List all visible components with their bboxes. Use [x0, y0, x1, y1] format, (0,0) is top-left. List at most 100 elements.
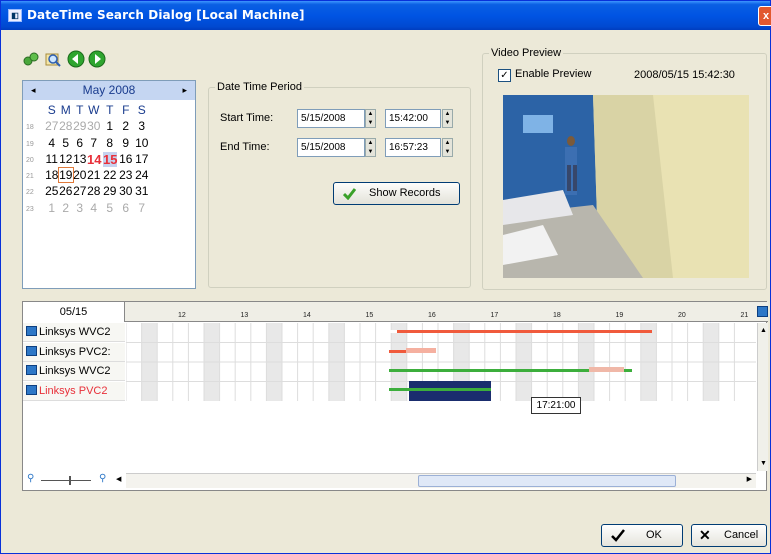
hour-tick-label: 14	[303, 312, 311, 319]
calendar-day[interactable]: 13	[73, 152, 87, 166]
back-arrow-icon[interactable]	[67, 50, 85, 68]
calendar-day[interactable]: 27	[45, 119, 59, 133]
start-time-field[interactable]: 15:42:00	[385, 109, 441, 128]
calendar-day[interactable]: 1	[103, 119, 117, 133]
week-number: 19	[26, 140, 34, 148]
week-number: 21	[26, 173, 34, 181]
channel-row[interactable]: Linksys PVC2	[23, 381, 125, 401]
cancel-button[interactable]: ✕ Cancel	[691, 524, 767, 547]
zoom-slider-thumb[interactable]	[69, 476, 71, 485]
calendar-day[interactable]: 27	[73, 184, 87, 198]
zoom-slider-track[interactable]	[41, 480, 91, 481]
enable-preview-checkbox[interactable]: ✓	[498, 69, 511, 82]
timeline-grid[interactable]	[126, 323, 756, 401]
calendar-day[interactable]: 30	[119, 184, 133, 198]
title-bar[interactable]: ◧ DateTime Search Dialog [Local Machine]…	[1, 1, 771, 30]
horizontal-scrollbar[interactable]: ▶	[126, 473, 756, 488]
calendar-day[interactable]: 6	[119, 201, 133, 215]
calendar-day[interactable]: 10	[135, 136, 149, 150]
month-calendar[interactable]: ◂ May 2008 ▸ S M T W T F S 18 27 28 29 30 1 2 3…	[22, 80, 196, 289]
zoom-in-icon[interactable]: ⚲	[99, 473, 106, 484]
scroll-right-arrow[interactable]: ▶	[747, 475, 752, 483]
calendar-day[interactable]: 9	[119, 136, 133, 150]
timeline-panel[interactable]: 05/15 12 13 14 15 16 17 18 19 20 21 Linksys WVC2 L…	[22, 301, 768, 491]
prev-month-button[interactable]: ◂	[31, 81, 36, 100]
ok-checkmark-icon	[611, 529, 625, 542]
calendar-day[interactable]: 3	[135, 119, 149, 133]
scroll-left-arrow[interactable]: ◀	[116, 475, 121, 483]
calendar-day[interactable]: 24	[135, 168, 149, 182]
window-title: DateTime Search Dialog [Local Machine]	[27, 8, 305, 22]
channel-row[interactable]: Linksys PVC2:	[23, 342, 125, 362]
enable-preview-label: Enable Preview	[515, 68, 592, 80]
search-icon[interactable]	[44, 50, 62, 68]
connect-icon[interactable]	[22, 50, 40, 68]
calendar-day[interactable]: 22	[103, 168, 117, 182]
camera-icon	[26, 384, 37, 395]
calendar-day[interactable]: 15	[103, 151, 117, 167]
calendar-day[interactable]: 18	[45, 168, 59, 182]
calendar-day[interactable]: 19	[58, 167, 74, 184]
calendar-day[interactable]: 3	[73, 201, 87, 215]
calendar-day[interactable]: 6	[73, 136, 87, 150]
calendar-day[interactable]: 21	[87, 168, 101, 182]
date-time-period-legend: Date Time Period	[217, 81, 302, 93]
horizontal-scroll-thumb[interactable]	[418, 475, 676, 487]
calendar-day[interactable]: 11	[45, 152, 59, 166]
start-date-field[interactable]: 5/15/2008	[297, 109, 365, 128]
calendar-day[interactable]: 26	[59, 184, 73, 198]
calendar-day[interactable]: 17	[135, 152, 149, 166]
calendar-day[interactable]: 29	[73, 119, 87, 133]
day-name: M	[60, 103, 71, 117]
calendar-day[interactable]: 5	[59, 136, 73, 150]
scroll-down-arrow[interactable]: ▼	[760, 460, 767, 467]
calendar-day[interactable]: 8	[103, 136, 117, 150]
start-time-spinner[interactable]: ▲ ▼	[442, 109, 453, 128]
grid-toggle-icon[interactable]	[757, 306, 768, 317]
ok-button[interactable]: OK	[601, 524, 683, 547]
channel-row[interactable]: Linksys WVC2	[23, 323, 125, 342]
show-records-button[interactable]: Show Records	[333, 182, 460, 205]
calendar-week-row: 20 11 12 13 14 15 16 17	[23, 151, 195, 168]
day-names-row: S M T W T F S	[23, 103, 195, 119]
calendar-day[interactable]: 31	[135, 184, 149, 198]
end-date-field[interactable]: 5/15/2008	[297, 138, 365, 157]
calendar-day[interactable]: 12	[59, 152, 73, 166]
calendar-day[interactable]: 28	[59, 119, 73, 133]
calendar-day[interactable]: 23	[119, 168, 133, 182]
forward-arrow-icon[interactable]	[88, 50, 106, 68]
zoom-out-icon[interactable]: ⚲	[27, 473, 34, 484]
end-time-field[interactable]: 16:57:23	[385, 138, 441, 157]
month-label: May 2008	[82, 83, 136, 97]
calendar-day[interactable]: 4	[87, 201, 101, 215]
calendar-day[interactable]: 30	[87, 119, 101, 133]
calendar-day[interactable]: 20	[73, 168, 87, 182]
calendar-day[interactable]: 14	[87, 152, 101, 167]
close-button[interactable]: x	[758, 6, 771, 26]
vertical-scrollbar[interactable]: ▲ ▼	[757, 323, 768, 471]
calendar-day[interactable]: 5	[103, 201, 117, 215]
calendar-day[interactable]: 1	[45, 201, 59, 215]
calendar-day[interactable]: 7	[135, 201, 149, 215]
hour-tick-label: 15	[365, 312, 374, 319]
calendar-week-row: 19 4 5 6 7 8 9 10	[23, 136, 195, 152]
video-preview-image	[503, 95, 749, 278]
next-month-button[interactable]: ▸	[182, 81, 187, 100]
end-date-spinner[interactable]: ▲ ▼	[365, 138, 376, 157]
calendar-day[interactable]: 4	[45, 136, 59, 150]
calendar-day[interactable]: 7	[87, 136, 101, 150]
calendar-day[interactable]: 2	[59, 201, 73, 215]
calendar-week-row: 23 1 2 3 4 5 6 7	[23, 201, 195, 217]
zoom-control[interactable]: ⚲ ⚲ ◀	[23, 473, 126, 488]
calendar-day[interactable]: 28	[87, 184, 101, 198]
scroll-up-arrow[interactable]: ▲	[760, 327, 767, 334]
start-date-spinner[interactable]: ▲ ▼	[365, 109, 376, 128]
end-time-spinner[interactable]: ▲ ▼	[442, 138, 453, 157]
calendar-day[interactable]: 16	[119, 152, 133, 166]
calendar-day[interactable]: 25	[45, 184, 59, 198]
calendar-day[interactable]: 2	[119, 119, 133, 133]
calendar-day[interactable]: 29	[103, 184, 117, 198]
record-bar	[409, 388, 491, 391]
channel-row[interactable]: Linksys WVC2	[23, 362, 125, 381]
record-bar	[389, 388, 411, 391]
